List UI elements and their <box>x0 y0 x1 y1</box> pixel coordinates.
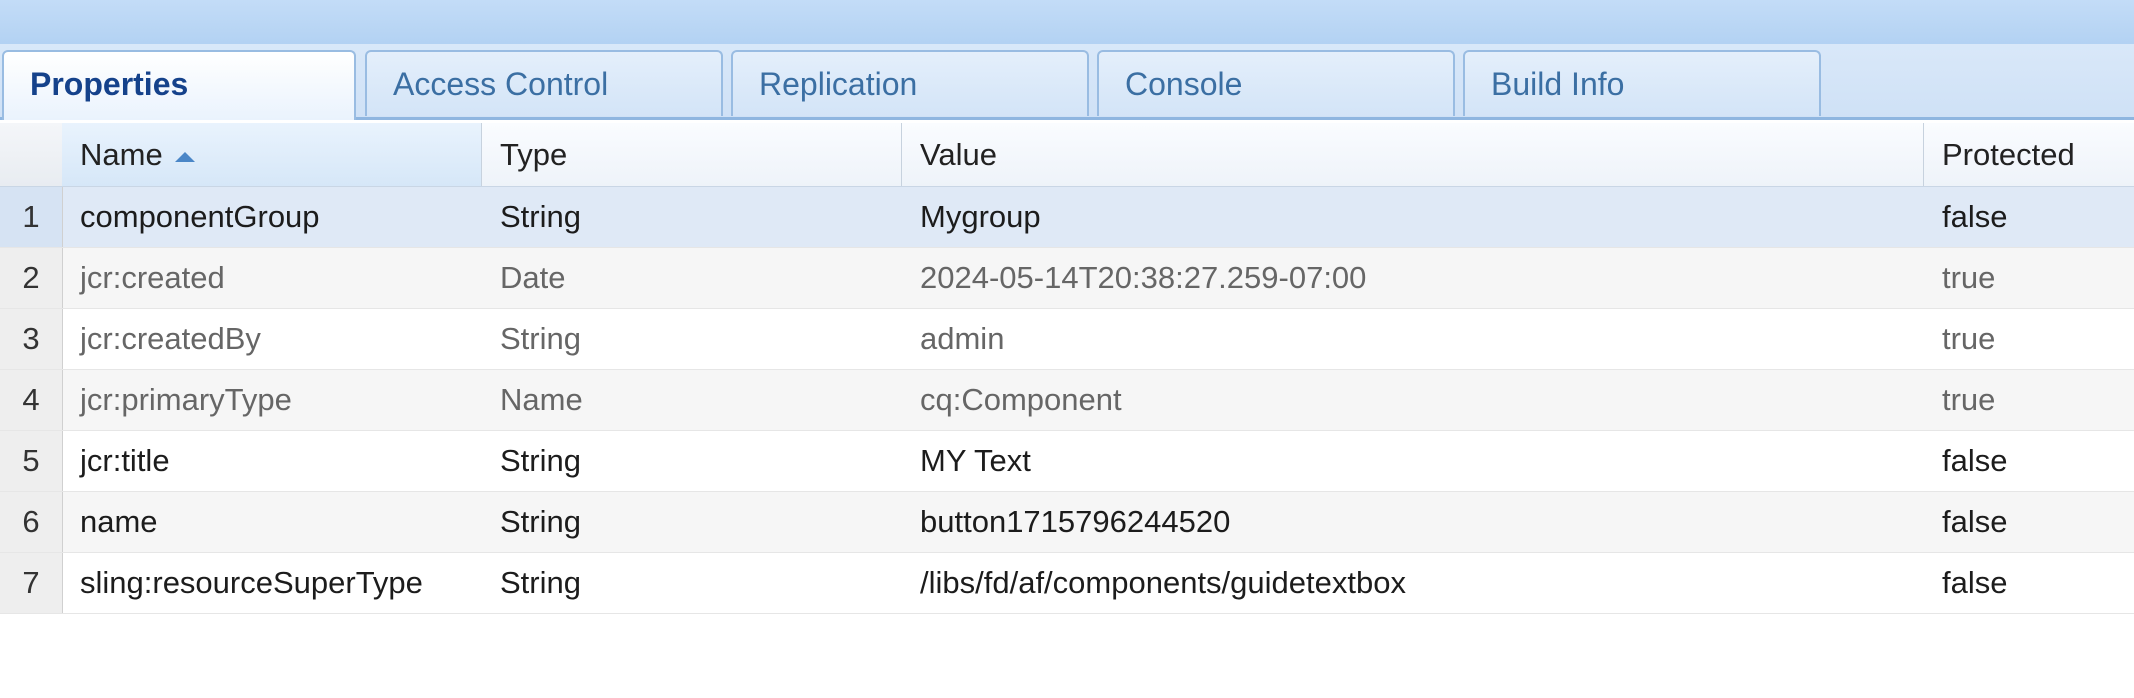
column-header-type[interactable]: Type <box>482 123 902 186</box>
tab-strip: Properties Access Control Replication Co… <box>0 44 2134 120</box>
grid-header: Name Type Value Protected <box>0 123 2134 187</box>
cell-name[interactable]: name <box>62 492 482 552</box>
table-row[interactable]: 7 sling:resourceSuperType String /libs/f… <box>0 553 2134 614</box>
cell-type[interactable]: String <box>482 187 902 247</box>
tab-console[interactable]: Console <box>1097 50 1455 116</box>
column-header-label: Name <box>80 137 163 172</box>
row-number: 6 <box>0 492 63 552</box>
column-header-label: Value <box>920 137 997 172</box>
cell-type[interactable]: String <box>482 492 902 552</box>
tab-properties[interactable]: Properties <box>2 50 356 120</box>
cell-name[interactable]: jcr:primaryType <box>62 370 482 430</box>
row-number-header <box>0 123 63 186</box>
table-row[interactable]: 4 jcr:primaryType Name cq:Component true <box>0 370 2134 431</box>
cell-value[interactable]: /libs/fd/af/components/guidetextbox <box>902 553 1924 613</box>
cell-type[interactable]: Name <box>482 370 902 430</box>
cell-value[interactable]: cq:Component <box>902 370 1924 430</box>
cell-value[interactable]: Mygroup <box>902 187 1924 247</box>
cell-protected[interactable]: true <box>1924 370 2134 430</box>
cell-name[interactable]: jcr:createdBy <box>62 309 482 369</box>
cell-type[interactable]: String <box>482 553 902 613</box>
column-header-protected[interactable]: Protected <box>1924 123 2134 186</box>
cell-value[interactable]: admin <box>902 309 1924 369</box>
row-number: 2 <box>0 248 63 308</box>
cell-type[interactable]: String <box>482 431 902 491</box>
cell-value[interactable]: MY Text <box>902 431 1924 491</box>
tab-replication[interactable]: Replication <box>731 50 1089 116</box>
top-bar <box>0 0 2134 45</box>
properties-grid: Name Type Value Protected 1 componentGro… <box>0 123 2134 614</box>
cell-name[interactable]: jcr:title <box>62 431 482 491</box>
row-number: 7 <box>0 553 63 613</box>
table-row[interactable]: 1 componentGroup String Mygroup false <box>0 187 2134 248</box>
tab-access-control[interactable]: Access Control <box>365 50 723 116</box>
row-number: 5 <box>0 431 63 491</box>
cell-name[interactable]: componentGroup <box>62 187 482 247</box>
table-row[interactable]: 3 jcr:createdBy String admin true <box>0 309 2134 370</box>
tab-build-info[interactable]: Build Info <box>1463 50 1821 116</box>
cell-name[interactable]: jcr:created <box>62 248 482 308</box>
table-row[interactable]: 6 name String button1715796244520 false <box>0 492 2134 553</box>
cell-value[interactable]: button1715796244520 <box>902 492 1924 552</box>
cell-protected[interactable]: true <box>1924 309 2134 369</box>
cell-protected[interactable]: false <box>1924 553 2134 613</box>
cell-protected[interactable]: false <box>1924 431 2134 491</box>
column-header-value[interactable]: Value <box>902 123 1924 186</box>
cell-type[interactable]: String <box>482 309 902 369</box>
row-number: 1 <box>0 187 63 247</box>
cell-protected[interactable]: false <box>1924 187 2134 247</box>
cell-protected[interactable]: true <box>1924 248 2134 308</box>
table-row[interactable]: 5 jcr:title String MY Text false <box>0 431 2134 492</box>
cell-name[interactable]: sling:resourceSuperType <box>62 553 482 613</box>
cell-protected[interactable]: false <box>1924 492 2134 552</box>
column-header-name[interactable]: Name <box>62 123 482 186</box>
column-header-label: Protected <box>1942 137 2075 172</box>
sort-ascending-icon <box>174 151 195 162</box>
row-number: 3 <box>0 309 63 369</box>
cell-value[interactable]: 2024-05-14T20:38:27.259-07:00 <box>902 248 1924 308</box>
cell-type[interactable]: Date <box>482 248 902 308</box>
row-number: 4 <box>0 370 63 430</box>
column-header-label: Type <box>500 137 568 172</box>
table-row[interactable]: 2 jcr:created Date 2024-05-14T20:38:27.2… <box>0 248 2134 309</box>
